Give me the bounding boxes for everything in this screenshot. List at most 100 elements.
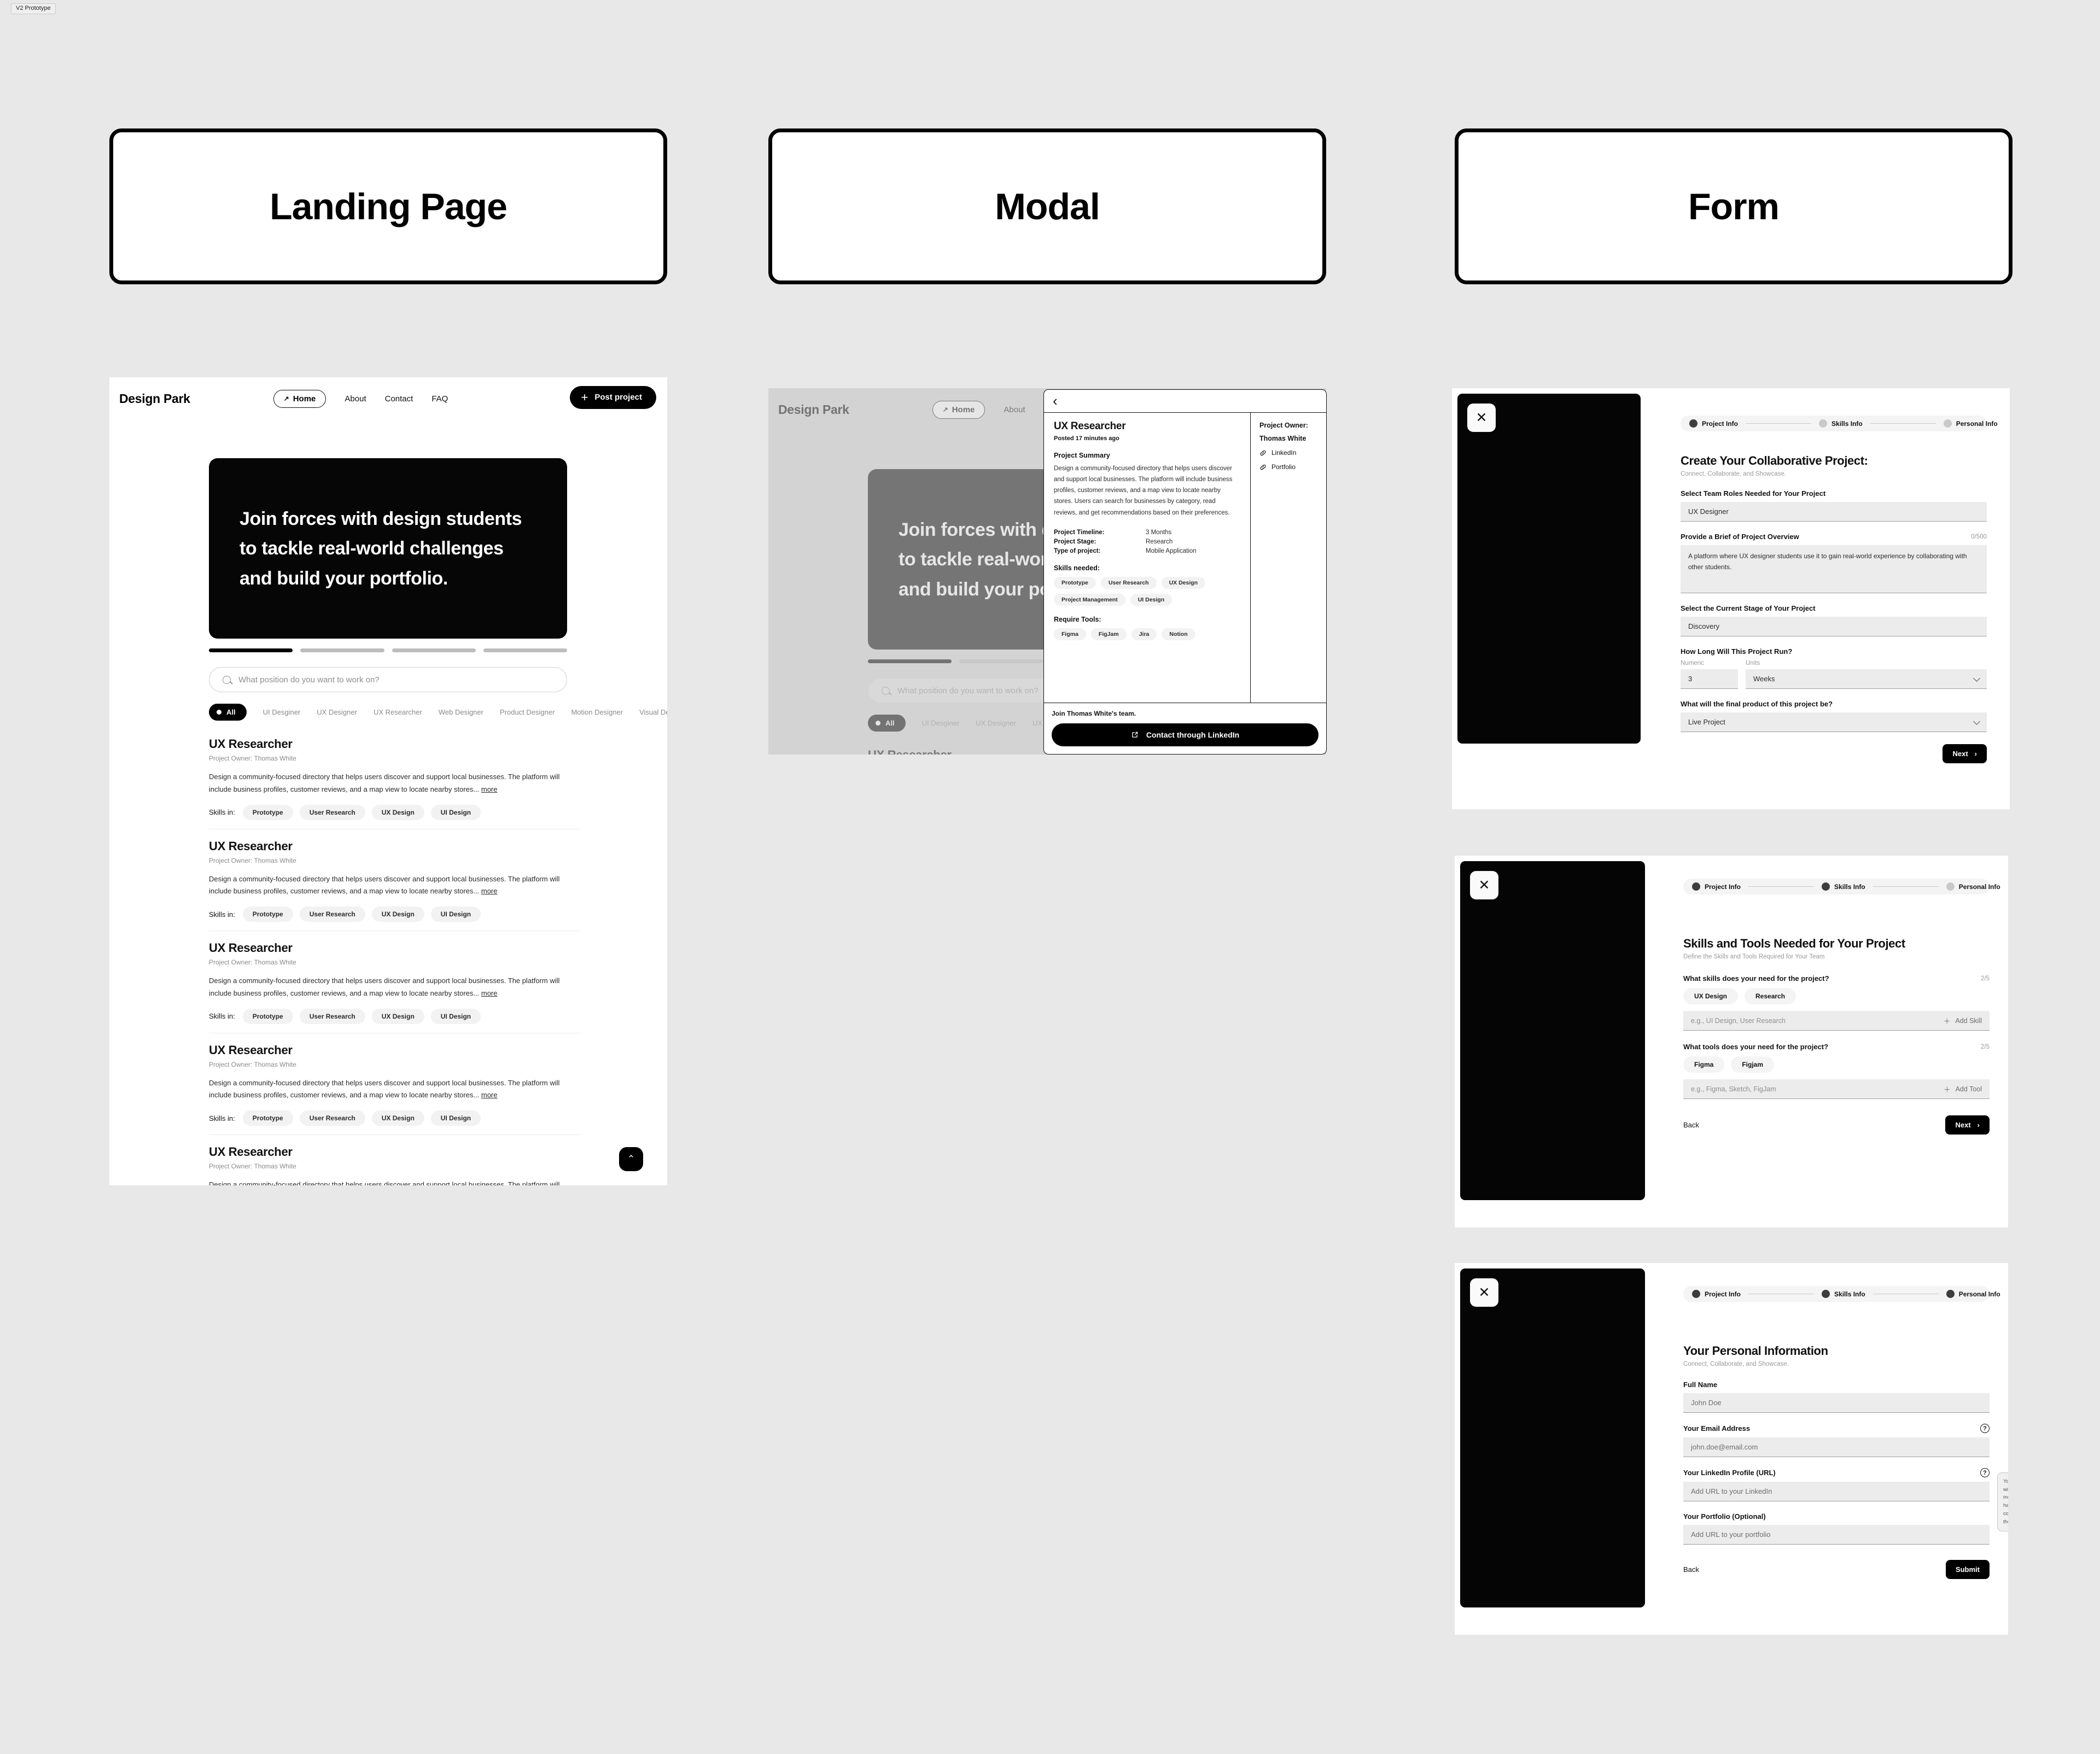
- skills-label: Skills in:: [209, 808, 235, 816]
- portfolio-input[interactable]: Add URL to your portfolio: [1683, 1525, 1990, 1545]
- step-project-info[interactable]: Project Info: [1692, 882, 1741, 891]
- owner-link-portfolio[interactable]: Portfolio: [1259, 463, 1321, 471]
- filter-item-visual-designer[interactable]: Visual Designer: [639, 708, 667, 716]
- back-button[interactable]: Back: [1683, 1121, 1699, 1129]
- more-link[interactable]: more: [481, 785, 498, 793]
- filter-item-product-designer[interactable]: Product Designer: [500, 708, 555, 716]
- filter-chip-all[interactable]: All: [209, 704, 247, 721]
- add-tool-button[interactable]: ＋ Add Tool: [1944, 1084, 1982, 1094]
- step-personal-info[interactable]: Personal Info: [1946, 882, 2000, 891]
- step-skills-info[interactable]: Skills Info: [1822, 1290, 1865, 1298]
- search-input[interactable]: What position do you want to work on?: [209, 667, 567, 692]
- more-link[interactable]: more: [481, 887, 498, 895]
- skill-tag[interactable]: UI Design: [430, 1110, 481, 1126]
- next-button[interactable]: Next ›: [1945, 1115, 1990, 1135]
- skill-tag[interactable]: User Research: [299, 1110, 365, 1126]
- skill-tag[interactable]: UI Design: [430, 907, 481, 922]
- more-link[interactable]: more: [481, 989, 498, 997]
- tool-tag[interactable]: Figma: [1683, 1056, 1725, 1073]
- linkedin-input[interactable]: Add URL to your LinkedIn: [1683, 1482, 1990, 1501]
- close-icon[interactable]: ✕: [1470, 1278, 1498, 1307]
- skill-tag[interactable]: Prototype: [242, 907, 293, 922]
- filter-item-ui-designer[interactable]: UI Desginer: [263, 708, 301, 716]
- filter-item-motion-designer[interactable]: Motion Designer: [571, 708, 623, 716]
- project-card[interactable]: UX Researcher Project Owner: Thomas Whit…: [209, 1135, 581, 1185]
- skill-tag[interactable]: Prototype: [242, 1110, 293, 1126]
- form-actions: Next ›: [1681, 744, 1987, 763]
- step-project-info[interactable]: Project Info: [1692, 1290, 1741, 1298]
- skill-tag[interactable]: UI Design: [430, 804, 481, 820]
- skill-tag[interactable]: Prototype: [242, 1008, 293, 1024]
- submit-button[interactable]: Submit: [1945, 1560, 1990, 1579]
- filter-item-ux-researcher[interactable]: UX Researcher: [374, 708, 422, 716]
- close-icon[interactable]: ✕: [1467, 404, 1496, 432]
- filter-item-ux-designer[interactable]: UX Designer: [317, 708, 357, 716]
- carousel-dot-4[interactable]: [483, 648, 567, 652]
- email-input[interactable]: john.doe@email.com: [1683, 1437, 1990, 1457]
- skill-tag[interactable]: UI Design: [430, 1008, 481, 1024]
- filter-item-web-designer[interactable]: Web Designer: [439, 708, 483, 716]
- skill-tag[interactable]: UX Design: [1683, 988, 1739, 1004]
- nav-links: ↗ Home About Contact FAQ: [273, 389, 448, 408]
- step-project-info[interactable]: Project Info: [1689, 419, 1738, 428]
- step-personal-info[interactable]: Personal Info: [1946, 1290, 2000, 1298]
- question-mark-icon[interactable]: ?: [1980, 1468, 1990, 1477]
- field-label: Your Portfolio (Optional): [1683, 1512, 1766, 1521]
- form-subtitle: Define the Skills and Tools Required for…: [1683, 954, 1825, 960]
- brand-logo[interactable]: Design Park: [119, 391, 190, 406]
- skill-tag[interactable]: Prototype: [242, 804, 293, 820]
- carousel-dot-3[interactable]: [392, 648, 476, 652]
- more-link[interactable]: more: [481, 1091, 498, 1099]
- linkedin-tooltip: Your LinkedIn profile will helps student…: [1997, 1472, 2008, 1532]
- add-skill-button[interactable]: ＋ Add Skill: [1944, 1015, 1982, 1026]
- step-personal-info[interactable]: Personal Info: [1943, 419, 1998, 428]
- field-label: How Long Will This Project Run?: [1681, 647, 1793, 656]
- nav-item-about[interactable]: About: [345, 394, 366, 404]
- skill-tag[interactable]: UX Design: [371, 804, 424, 820]
- skill-tag[interactable]: User Research: [299, 804, 365, 820]
- step-skills-info[interactable]: Skills Info: [1819, 419, 1863, 428]
- next-button[interactable]: Next ›: [1942, 744, 1987, 763]
- project-stage-select[interactable]: Discovery: [1681, 617, 1987, 636]
- skill-tag[interactable]: UX Design: [371, 1008, 424, 1024]
- external-link-icon: [1132, 732, 1138, 738]
- final-product-select[interactable]: Live Project: [1681, 712, 1987, 732]
- question-mark-icon[interactable]: ?: [1980, 1424, 1990, 1433]
- add-skill-input[interactable]: e.g., UI Design, User Research ＋ Add Ski…: [1683, 1011, 1990, 1031]
- project-card[interactable]: UX Researcher Project Owner: Thomas Whit…: [209, 727, 581, 829]
- step-label: Project Info: [1702, 419, 1739, 428]
- carousel-dot-1[interactable]: [209, 648, 293, 652]
- duration-numeric-input[interactable]: 3: [1681, 669, 1738, 689]
- owner-link-linkedin[interactable]: LinkedIn: [1259, 449, 1321, 457]
- full-name-input[interactable]: John Doe: [1683, 1393, 1990, 1413]
- duration-units-select[interactable]: Weeks: [1746, 669, 1987, 689]
- project-card[interactable]: UX Researcher Project Owner: Thomas Whit…: [209, 1033, 581, 1135]
- step-skills-info[interactable]: Skills Info: [1822, 882, 1865, 891]
- chevron-left-icon[interactable]: ‹: [1053, 394, 1058, 408]
- skill-tag[interactable]: User Research: [299, 907, 365, 922]
- scroll-to-top-button[interactable]: ⌃: [619, 1147, 643, 1171]
- post-project-button[interactable]: + Post project: [570, 386, 656, 409]
- skill-tag[interactable]: User Research: [299, 1008, 365, 1024]
- project-card[interactable]: UX Researcher Project Owner: Thomas Whit…: [209, 931, 581, 1033]
- skill-tag[interactable]: Research: [1745, 988, 1796, 1004]
- skill-tag[interactable]: UX Design: [371, 1110, 424, 1126]
- project-overview-textarea[interactable]: A platform where UX designer students us…: [1681, 545, 1987, 593]
- close-icon[interactable]: ✕: [1470, 871, 1498, 899]
- step-dot: [1819, 419, 1828, 428]
- field-project-overview: Provide a Brief of Project Overview 0/50…: [1681, 533, 1987, 593]
- carousel-dot-2[interactable]: [300, 648, 384, 652]
- field-portfolio: Your Portfolio (Optional) Add URL to you…: [1683, 1512, 1990, 1545]
- nav-item-faq[interactable]: FAQ: [431, 394, 448, 404]
- add-tool-input[interactable]: e.g., Figma, Sketch, FigJam ＋ Add Tool: [1683, 1079, 1990, 1099]
- project-card[interactable]: UX Researcher Project Owner: Thomas Whit…: [209, 829, 581, 931]
- nav-item-home[interactable]: ↗ Home: [273, 389, 326, 408]
- tool-tag[interactable]: Figjam: [1731, 1056, 1775, 1073]
- step-label: Skills Info: [1831, 419, 1863, 428]
- nav-item-contact[interactable]: Contact: [385, 394, 413, 404]
- team-roles-input[interactable]: UX Designer: [1681, 502, 1987, 522]
- back-button[interactable]: Back: [1683, 1565, 1699, 1574]
- contact-through-linkedin-button[interactable]: Contact through LinkedIn: [1052, 723, 1319, 746]
- skill-tag[interactable]: UX Design: [371, 907, 424, 922]
- carousel-indicator[interactable]: [209, 648, 567, 652]
